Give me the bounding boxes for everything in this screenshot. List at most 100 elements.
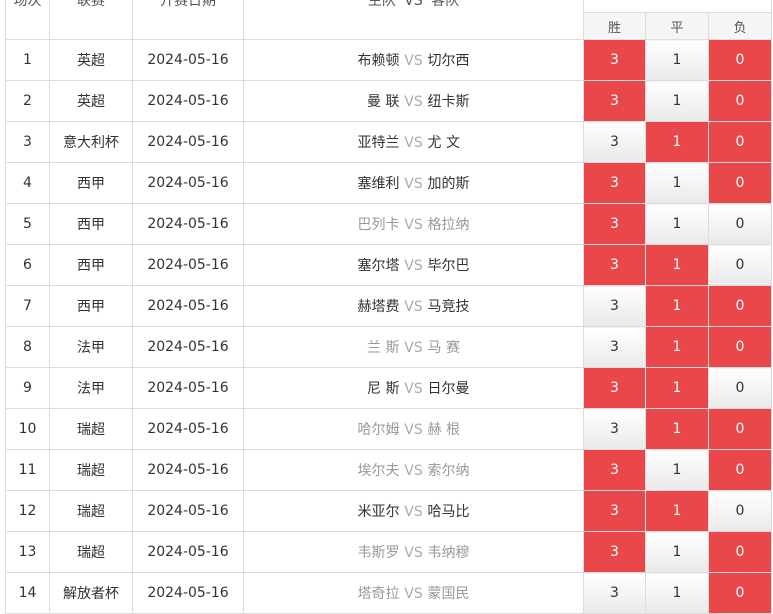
league-name: 瑞超: [49, 408, 133, 450]
odds-draw-button[interactable]: 1: [645, 367, 709, 409]
odds-draw-button[interactable]: 1: [645, 80, 709, 122]
odds-win-button[interactable]: 3: [583, 121, 646, 163]
odds-lose-button[interactable]: 0: [708, 367, 772, 409]
odds-draw-button[interactable]: 1: [645, 408, 709, 450]
vs-label: VS: [404, 463, 423, 479]
match-date: 2024-05-16: [132, 39, 244, 81]
table-row: 14 解放者杯 2024-05-16 塔奇拉 VS 蒙国民 3 1 0: [5, 572, 772, 614]
away-team: 马 赛: [427, 340, 460, 356]
header-win: 胜: [583, 12, 646, 40]
league-name: 解放者杯: [49, 572, 133, 614]
odds-lose-button[interactable]: 0: [708, 572, 772, 614]
match-date: 2024-05-16: [132, 121, 244, 163]
home-team: 兰 斯: [367, 340, 400, 356]
league-name: 法甲: [49, 326, 133, 368]
odds-win-button[interactable]: 3: [583, 367, 646, 409]
away-team: 纽卡斯: [427, 94, 470, 110]
odds-lose-button[interactable]: 0: [708, 203, 772, 245]
odds-lose-button[interactable]: 0: [708, 244, 772, 286]
match-teams: 赫塔费 VS 马竞技: [243, 285, 584, 327]
match-no: 11: [5, 449, 50, 491]
odds-win-button[interactable]: 3: [583, 326, 646, 368]
home-team: 韦斯罗: [357, 545, 400, 561]
vs-label: VS: [404, 217, 423, 233]
header-match: 主队 VS 客队: [243, 0, 584, 40]
odds-draw-button[interactable]: 1: [645, 121, 709, 163]
header-away: 客队: [431, 0, 460, 9]
odds-win-button[interactable]: 3: [583, 285, 646, 327]
odds-draw-button[interactable]: 1: [645, 572, 709, 614]
header-home: 主队: [367, 0, 396, 9]
home-team: 布赖顿: [357, 53, 400, 69]
match-date: 2024-05-16: [132, 244, 244, 286]
table-row: 6 西甲 2024-05-16 塞尔塔 VS 毕尔巴 3 1 0: [5, 244, 772, 286]
odds-win-button[interactable]: 3: [583, 531, 646, 573]
match-teams: 尼 斯 VS 日尔曼: [243, 367, 584, 409]
table-row: 10 瑞超 2024-05-16 哈尔姆 VS 赫 根310: [5, 408, 772, 450]
odds-lose-button[interactable]: 0: [708, 121, 772, 163]
table-row: 5 西甲 2024-05-16 巴列卡 VS 格拉纳 3 1 0: [5, 203, 772, 245]
vs-label: VS: [404, 53, 423, 69]
odds-draw-button[interactable]: 1: [645, 285, 709, 327]
vs-label: VS: [404, 94, 423, 110]
odds-win-button[interactable]: 3: [583, 162, 646, 204]
odds-lose-button[interactable]: 0: [708, 449, 772, 491]
match-no: 9: [5, 367, 50, 409]
table-row: 12 瑞超 2024-05-16 米亚尔 VS 哈马比 3 1 0: [5, 490, 772, 532]
home-team: 亚特兰: [357, 135, 400, 151]
odds-lose-button[interactable]: 0: [708, 80, 772, 122]
odds-lose-button[interactable]: 0: [708, 285, 772, 327]
odds-draw-button[interactable]: 1: [645, 244, 709, 286]
odds-draw-button[interactable]: 1: [645, 531, 709, 573]
home-team: 塞尔塔: [357, 258, 400, 274]
match-date: 2024-05-16: [132, 449, 244, 491]
vs-label: VS: [404, 545, 423, 561]
odds-draw-button[interactable]: 1: [645, 39, 709, 81]
odds-win-button[interactable]: 3: [583, 572, 646, 614]
odds-lose-button[interactable]: 0: [708, 531, 772, 573]
odds-win-button[interactable]: 3: [583, 80, 646, 122]
home-team: 米亚尔: [357, 504, 400, 520]
away-team: 索尔纳: [427, 463, 470, 479]
odds-lose-button[interactable]: 0: [708, 162, 772, 204]
odds-win-button[interactable]: 3: [583, 244, 646, 286]
match-no: 12: [5, 490, 50, 532]
match-no: 13: [5, 531, 50, 573]
odds-win-button[interactable]: 3: [583, 39, 646, 81]
odds-lose-button[interactable]: 0: [708, 39, 772, 81]
odds-draw-button[interactable]: 1: [645, 162, 709, 204]
match-teams: 塔奇拉 VS 蒙国民: [243, 572, 584, 614]
match-date: 2024-05-16: [132, 408, 244, 450]
odds-draw-button[interactable]: 1: [645, 326, 709, 368]
vs-label: VS: [404, 258, 423, 274]
match-no: 7: [5, 285, 50, 327]
odds-draw-button[interactable]: 1: [645, 490, 709, 532]
odds-win-button[interactable]: 3: [583, 490, 646, 532]
odds-win-button[interactable]: 3: [583, 203, 646, 245]
match-teams: 塞维利 VS 加的斯: [243, 162, 584, 204]
odds-lose-button[interactable]: 0: [708, 490, 772, 532]
away-team: 切尔西: [427, 53, 470, 69]
odds-lose-button[interactable]: 0: [708, 408, 772, 450]
vs-label: VS: [404, 340, 423, 356]
odds-win-button[interactable]: 3: [583, 449, 646, 491]
header-no: 场次: [5, 0, 50, 40]
odds-draw-button[interactable]: 1: [645, 203, 709, 245]
home-team: 尼 斯: [367, 381, 400, 397]
table-row: 3 意大利杯 2024-05-16 亚特兰 VS 尤 文310: [5, 121, 772, 163]
away-team: 尤 文: [427, 135, 460, 151]
away-team: 毕尔巴: [427, 258, 470, 274]
table-row: 1 英超 2024-05-16 布赖顿 VS 切尔西 3 1 0: [5, 39, 772, 81]
vs-label: VS: [404, 299, 423, 315]
vs-label: VS: [404, 586, 423, 602]
odds-lose-button[interactable]: 0: [708, 326, 772, 368]
odds-draw-button[interactable]: 1: [645, 449, 709, 491]
odds-win-button[interactable]: 3: [583, 408, 646, 450]
match-teams: 哈尔姆 VS 赫 根: [243, 408, 584, 450]
away-team: 蒙国民: [427, 586, 470, 602]
home-team: 塔奇拉: [357, 586, 400, 602]
league-name: 西甲: [49, 162, 133, 204]
match-rows: 1 英超 2024-05-16 布赖顿 VS 切尔西 3 1 0 2 英超 2024-05-16 曼 联…: [5, 39, 772, 614]
away-team: 哈马比: [427, 504, 470, 520]
vs-label: VS: [404, 504, 423, 520]
